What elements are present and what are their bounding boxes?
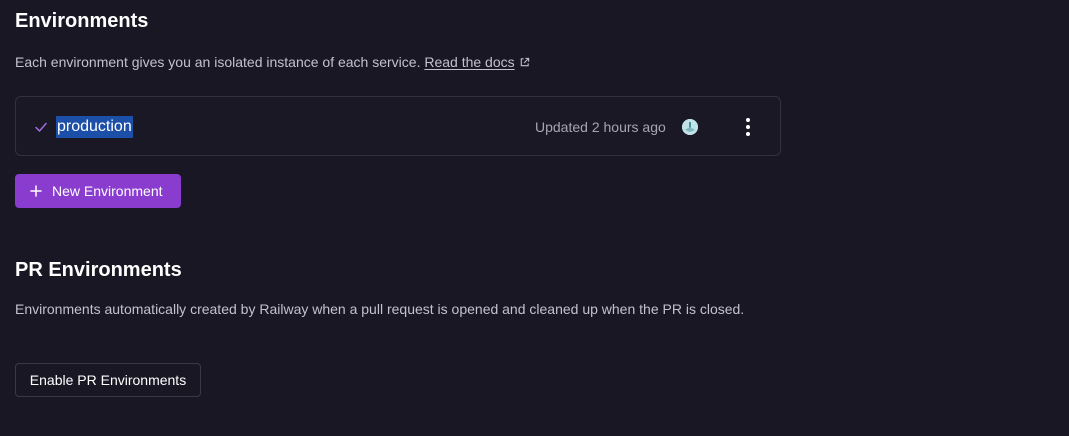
check-icon: [35, 122, 47, 132]
pr-environments-description: Environments automatically created by Ra…: [15, 301, 745, 317]
enable-pr-environments-button[interactable]: Enable PR Environments: [15, 363, 201, 397]
pr-environments-heading: PR Environments: [15, 259, 182, 281]
environments-heading: Environments: [15, 10, 149, 32]
environments-description: Each environment gives you an isolated i…: [15, 52, 530, 72]
user-avatar: [682, 119, 698, 135]
environment-name[interactable]: production: [56, 116, 133, 138]
new-environment-button-label: New Environment: [52, 183, 163, 199]
external-link-icon[interactable]: [519, 57, 530, 68]
environment-updated-time: Updated 2 hours ago: [535, 119, 666, 135]
environments-description-text: Each environment gives you an isolated i…: [15, 54, 421, 70]
new-environment-button[interactable]: New Environment: [15, 174, 181, 208]
environments-settings-page: Environments Each environment gives you …: [0, 0, 1069, 436]
plus-icon: [30, 185, 42, 197]
read-the-docs-link[interactable]: Read the docs: [424, 54, 514, 70]
environment-row-production[interactable]: production Updated 2 hours ago: [15, 96, 781, 156]
environment-options-menu-icon[interactable]: [738, 115, 758, 139]
